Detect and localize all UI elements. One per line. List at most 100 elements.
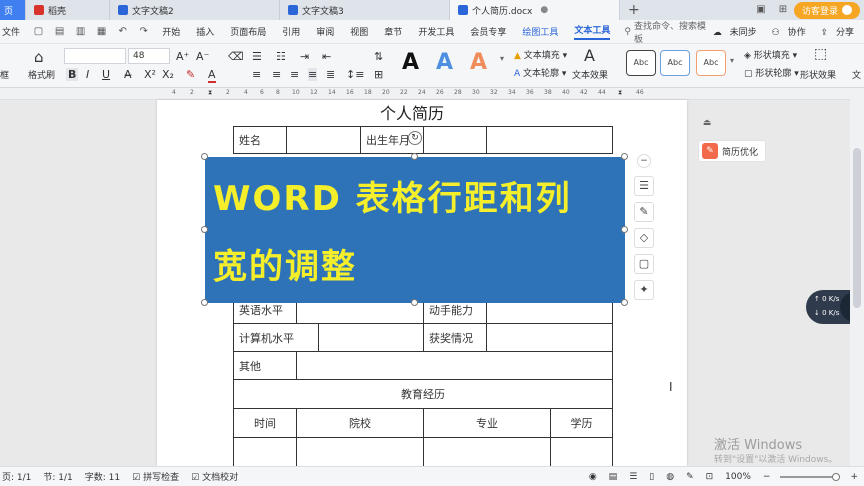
resize-handle-mr[interactable] xyxy=(621,226,628,233)
read-view-icon[interactable]: ▯ xyxy=(649,472,654,482)
spell-check-button[interactable]: ☑ 拼写检查 xyxy=(132,470,179,483)
shape-outline-button[interactable]: ▢ 形状轮廓 ▾ xyxy=(744,66,799,79)
font-color-icon[interactable]: A xyxy=(208,68,216,83)
text-fill-button[interactable]: ▲ 文本填充 ▾ xyxy=(514,48,567,61)
zoom-slider-knob[interactable] xyxy=(832,472,841,481)
cell-other-value[interactable] xyxy=(296,351,613,380)
clear-format-icon[interactable]: ⌫ xyxy=(228,50,244,63)
tab-doc3[interactable]: 文字文稿3 xyxy=(280,0,450,20)
doc-check-button[interactable]: ☑ 文档校对 xyxy=(191,470,238,483)
menu-start[interactable]: 开始 xyxy=(162,25,180,38)
indent-icon[interactable]: ⇥ xyxy=(300,50,309,63)
resize-handle-tr[interactable] xyxy=(621,153,628,160)
resize-handle-bl[interactable] xyxy=(201,299,208,306)
cell-time-header[interactable]: 时间 xyxy=(233,408,297,438)
ribbon-more-button[interactable]: 文 xyxy=(852,68,861,81)
pen-icon[interactable]: ✎ xyxy=(686,472,694,482)
menu-member[interactable]: 会员专享 xyxy=(470,25,506,38)
resume-optimize-button[interactable]: ✎ 简历优化 xyxy=(698,140,766,162)
layout-icon[interactable]: ▣ xyxy=(755,4,767,16)
shape-style-more-icon[interactable]: ▾ xyxy=(730,56,734,65)
art-text-black[interactable]: A xyxy=(402,50,419,75)
edit-shape-icon[interactable]: ✎ xyxy=(634,202,654,222)
art-text-blue[interactable]: A xyxy=(436,50,453,75)
format-painter-icon[interactable]: ⌂ xyxy=(34,48,44,66)
tab-home[interactable]: 页 xyxy=(0,0,26,20)
sync-button[interactable]: ☁ 未同步 xyxy=(713,25,762,38)
text-outline-button[interactable]: A 文本轮廓 ▾ xyxy=(514,66,566,79)
ruler-right-marker[interactable]: ⧗ xyxy=(618,89,622,97)
art-text-orange[interactable]: A xyxy=(470,50,487,75)
cell-awards-value[interactable] xyxy=(486,323,613,352)
fill-bucket-icon[interactable]: ◇ xyxy=(634,228,654,248)
shape-effect-icon[interactable]: ⬚ xyxy=(814,46,827,62)
cell-awards-label[interactable]: 获奖情况 xyxy=(423,323,487,352)
word-count[interactable]: 字数: 11 xyxy=(85,470,120,483)
share-button[interactable]: ⇪ 分享 xyxy=(821,25,859,38)
cell-birth-value[interactable] xyxy=(423,126,487,154)
frame-label[interactable]: 框 xyxy=(0,68,9,81)
save-icon[interactable]: ▤ xyxy=(54,26,65,38)
text-effect-icon[interactable]: A xyxy=(584,46,595,65)
format-painter-button[interactable]: 格式刷 xyxy=(28,68,55,81)
menu-text-tools[interactable]: 文本工具 xyxy=(574,23,611,40)
shape-effect-button[interactable]: 形状效果 xyxy=(800,68,836,81)
outdent-icon[interactable]: ⇤ xyxy=(322,50,331,63)
menu-review[interactable]: 审阅 xyxy=(316,25,334,38)
side-panel-collapse-icon[interactable]: ⏏ xyxy=(699,118,715,132)
highlight-icon[interactable]: ✎ xyxy=(186,68,195,81)
resize-handle-tl[interactable] xyxy=(201,153,208,160)
zoom-out-icon[interactable]: − xyxy=(763,472,771,482)
resize-handle-tc[interactable] xyxy=(411,153,418,160)
menu-page-layout[interactable]: 页面布局 xyxy=(230,25,266,38)
menu-dev-tools[interactable]: 开发工具 xyxy=(418,25,454,38)
collab-button[interactable]: ⚇ 协作 xyxy=(772,25,811,38)
align-center-icon[interactable]: ≡ xyxy=(272,68,281,81)
outline-icon[interactable]: ▢ xyxy=(634,254,654,274)
new-tab-button[interactable]: + xyxy=(620,0,648,20)
menu-section[interactable]: 章节 xyxy=(384,25,402,38)
eye-protect-icon[interactable]: ◉ xyxy=(589,472,597,482)
page-view-icon[interactable]: ▤ xyxy=(609,472,618,482)
scrollbar-thumb[interactable] xyxy=(853,148,861,308)
shrink-font-icon[interactable]: A⁻ xyxy=(196,50,209,63)
guest-login-button[interactable]: 访客登录 xyxy=(793,1,860,19)
menu-file[interactable]: 文件 xyxy=(2,25,20,38)
menu-view[interactable]: 视图 xyxy=(350,25,368,38)
outline-view-icon[interactable]: ☰ xyxy=(629,472,637,482)
cell-computer-label[interactable]: 计算机水平 xyxy=(233,323,319,352)
redo-icon[interactable]: ↷ xyxy=(138,26,149,38)
numbered-list-icon[interactable]: ☷ xyxy=(276,50,286,63)
rotate-handle-icon[interactable]: ↻ xyxy=(408,131,422,145)
menu-reference[interactable]: 引用 xyxy=(282,25,300,38)
idea-bulb-icon[interactable]: ✦ xyxy=(634,280,654,300)
resize-handle-br[interactable] xyxy=(621,299,628,306)
borders-icon[interactable]: ⊞ xyxy=(374,68,383,81)
grow-font-icon[interactable]: A⁺ xyxy=(176,50,189,63)
cell-school-header[interactable]: 院校 xyxy=(296,408,424,438)
distribute-icon[interactable]: ≣ xyxy=(326,68,335,81)
resize-handle-bc[interactable] xyxy=(411,299,418,306)
print-icon[interactable]: ▥ xyxy=(75,26,86,38)
command-search[interactable]: ⚲ 查找命令、搜索模板 xyxy=(624,19,707,45)
bold-button[interactable]: B xyxy=(66,68,79,81)
italic-button[interactable]: I xyxy=(86,68,89,81)
resize-handle-ml[interactable] xyxy=(201,226,208,233)
cell-edu-row-1-school[interactable] xyxy=(296,437,424,466)
zoom-in-icon[interactable]: + xyxy=(850,472,858,482)
cell-photo[interactable] xyxy=(486,126,613,154)
horizontal-ruler[interactable]: 4 2 ⧗ 2 4 6 8 10 12 14 16 18 20 22 24 26… xyxy=(0,88,864,100)
strikethrough-icon[interactable]: A̶ xyxy=(124,68,132,81)
menu-insert[interactable]: 插入 xyxy=(196,25,214,38)
page-count[interactable]: 页: 1/1 xyxy=(2,470,31,483)
zoom-slider[interactable] xyxy=(780,472,841,481)
vertical-scrollbar[interactable] xyxy=(850,88,864,466)
undo-icon[interactable]: ↶ xyxy=(117,26,128,38)
tab-doc2[interactable]: 文字文稿2 xyxy=(110,0,280,20)
ruler-indent-marker[interactable]: ⧗ xyxy=(208,89,212,97)
tab-close-icon[interactable]: ● xyxy=(540,5,548,15)
art-more-icon[interactable]: ▾ xyxy=(500,54,504,63)
cell-name-label[interactable]: 姓名 xyxy=(233,126,287,154)
shape-fill-button[interactable]: ◈ 形状填充 ▾ xyxy=(744,48,797,61)
cell-name-value[interactable] xyxy=(286,126,361,154)
